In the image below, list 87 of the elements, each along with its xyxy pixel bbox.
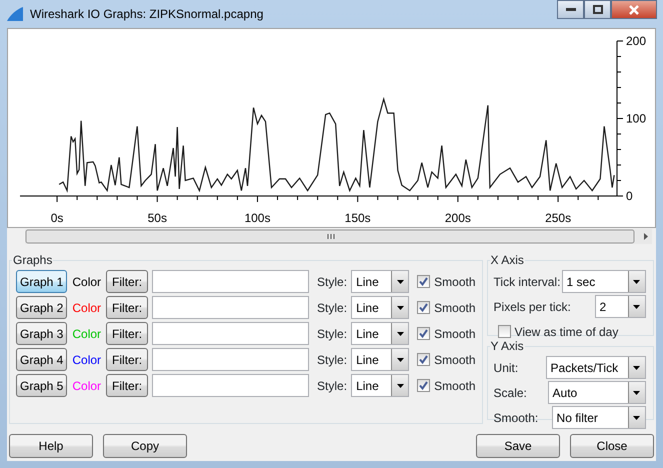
horizontal-scrollbar[interactable] — [25, 229, 652, 244]
x-tick-label: 150s — [344, 211, 371, 225]
y-tick-label: 200 — [626, 34, 646, 48]
style-dropdown[interactable]: Line — [351, 296, 410, 319]
filter-field[interactable] — [152, 348, 310, 371]
style-label: Style: — [317, 300, 348, 316]
checkbox[interactable] — [417, 327, 430, 340]
maximize-icon — [592, 5, 602, 14]
dialog-button[interactable]: Copy — [103, 434, 187, 458]
filter-field[interactable] — [152, 296, 310, 319]
color-label: Color — [72, 274, 102, 290]
x-tick-label: 250s — [545, 211, 572, 225]
caret-icon — [633, 416, 640, 420]
filter-button[interactable]: Filter: — [106, 374, 148, 397]
filter-field[interactable] — [152, 322, 310, 345]
maximize-button[interactable] — [584, 0, 611, 19]
pixels-per-tick-label: Pixels per tick: — [494, 298, 572, 316]
caret-icon — [396, 280, 404, 284]
style-dropdown[interactable]: Line — [351, 322, 410, 345]
smooth-dropdown[interactable]: No filter — [552, 406, 646, 429]
checkbox[interactable] — [417, 379, 430, 392]
graph-button[interactable]: Graph 5 — [16, 374, 68, 397]
filter-button[interactable]: Filter: — [106, 270, 148, 293]
fin-icon — [6, 6, 24, 22]
window-title: Wireshark IO Graphs: ZIPKSnormal.pcapng — [30, 6, 264, 23]
caret-icon — [396, 384, 404, 388]
smooth-label: Smooth — [434, 378, 476, 394]
dialog-button[interactable]: Save — [476, 434, 560, 458]
graph-button[interactable]: Graph 2 — [16, 296, 68, 319]
x-tick-label: 200s — [444, 211, 471, 225]
graph-button[interactable]: Graph 1 — [16, 270, 68, 293]
filter-button[interactable]: Filter: — [106, 348, 148, 371]
group-title: Y Axis — [490, 340, 525, 352]
close-icon — [629, 4, 639, 14]
caret-icon — [633, 390, 640, 394]
y-tick-label: 0 — [626, 189, 633, 203]
caret-icon — [633, 304, 640, 308]
x-tick-label: 100s — [244, 211, 270, 225]
style-label: Style: — [317, 274, 348, 290]
color-label: Color — [72, 352, 102, 368]
caret-icon — [396, 358, 404, 362]
dialog-button[interactable]: Close — [570, 434, 654, 458]
color-label: Color — [72, 300, 102, 316]
style-dropdown[interactable]: Line — [351, 348, 410, 371]
style-dropdown[interactable]: Line — [351, 270, 410, 293]
checkbox[interactable] — [417, 275, 430, 288]
color-label: Color — [72, 378, 102, 394]
close-button[interactable] — [611, 0, 657, 19]
minimize-button[interactable] — [557, 0, 584, 19]
tick-interval-dropdown[interactable]: 1 sec — [562, 270, 646, 293]
smooth-label: Smooth — [434, 274, 476, 290]
x-tick-label: 50s — [148, 211, 167, 225]
unit-label: Unit: — [494, 360, 520, 376]
x-tick-label: 0s — [50, 211, 64, 225]
color-label: Color — [72, 326, 102, 342]
filter-button[interactable]: Filter: — [106, 296, 148, 319]
minimize-icon — [566, 8, 576, 11]
y-tick-label: 100 — [626, 112, 646, 126]
checkbox[interactable] — [417, 353, 430, 366]
unit-dropdown[interactable]: Packets/Tick — [546, 356, 646, 379]
smooth-label: Smooth — [434, 326, 476, 342]
filter-field[interactable] — [152, 270, 310, 293]
caret-icon — [396, 332, 404, 336]
style-label: Style: — [317, 326, 348, 342]
filter-button[interactable]: Filter: — [106, 322, 148, 345]
group-title: X Axis — [490, 254, 525, 266]
scale-label: Scale: — [494, 384, 528, 402]
graph-button[interactable]: Graph 3 — [16, 322, 68, 345]
style-label: Style: — [317, 352, 348, 368]
checkbox[interactable] — [498, 325, 511, 338]
caret-icon — [633, 366, 640, 370]
graph-button[interactable]: Graph 4 — [16, 348, 68, 371]
pixels-per-tick-dropdown[interactable]: 2 — [594, 295, 646, 318]
style-dropdown[interactable]: Line — [351, 374, 410, 397]
smooth-label: Smooth: — [494, 410, 540, 426]
filter-field[interactable] — [152, 374, 310, 397]
caret-icon — [633, 280, 640, 284]
caret-icon — [396, 306, 404, 310]
group-title: Graphs — [12, 254, 54, 266]
checkbox[interactable] — [417, 301, 430, 314]
dialog-button[interactable]: Help — [9, 434, 93, 458]
tick-interval-label: Tick interval: — [494, 274, 562, 290]
smooth-label: Smooth — [434, 352, 476, 368]
style-label: Style: — [317, 378, 348, 394]
smooth-label: Smooth — [434, 300, 476, 316]
checkbox-label: View as time of day — [514, 324, 618, 340]
scale-dropdown[interactable]: Auto — [548, 381, 646, 404]
